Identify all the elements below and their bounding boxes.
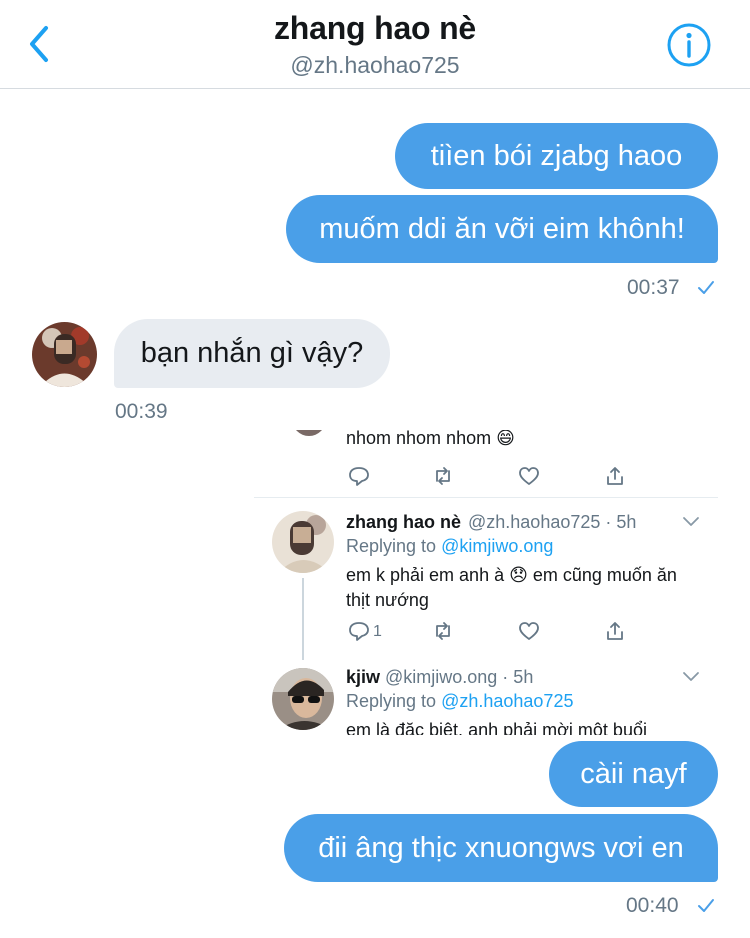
- retweet-icon[interactable]: [432, 465, 454, 487]
- tweet-avatar[interactable]: [272, 668, 334, 730]
- info-icon: [667, 23, 711, 67]
- reply-count: 1: [373, 623, 382, 640]
- message-bubble-outgoing[interactable]: muốm ddi ăn vỡi eim khônh!: [286, 195, 718, 263]
- tweet-text-line: em k phải em anh à 😞 em cũng muốn ăn: [346, 565, 677, 585]
- conversation-header: zhang hao nè @zh.haohao725: [0, 0, 750, 89]
- like-icon[interactable]: [518, 465, 540, 487]
- share-icon[interactable]: [604, 465, 626, 487]
- avatar-image: [272, 668, 334, 730]
- tweet-divider: [254, 497, 718, 498]
- chevron-down-icon[interactable]: [682, 671, 700, 683]
- chevron-down-icon[interactable]: [682, 516, 700, 528]
- replying-to: Replying to @kimjiwo.ong: [346, 536, 553, 557]
- read-check-icon: [698, 281, 714, 294]
- message-bubble-outgoing[interactable]: càii nayf: [549, 741, 718, 807]
- tweet-text-line: em là đặc biệt, anh phải mời một buổi: [346, 720, 647, 735]
- message-text: bạn nhắn gì vậy?: [140, 337, 364, 369]
- shared-screenshot-image[interactable]: nhom nhom nhom 😄 zhang hao nè @zh.haohao…: [254, 430, 718, 735]
- replying-to: Replying to @zh.haohao725: [346, 691, 573, 712]
- replying-prefix: Replying to: [346, 536, 437, 556]
- tweet-author-name: kjiw: [346, 667, 381, 687]
- like-icon[interactable]: [518, 620, 540, 642]
- avatar-image: [272, 511, 334, 573]
- replying-prefix: Replying to: [346, 691, 437, 711]
- message-bubble-incoming[interactable]: bạn nhắn gì vậy?: [114, 319, 390, 388]
- conversation-handle[interactable]: @zh.haohao725: [0, 52, 750, 79]
- thread-line: [302, 578, 304, 660]
- message-timestamp: 00:37: [627, 276, 680, 299]
- message-text: tiìen bói zjabg haoo: [430, 140, 683, 172]
- tweet-avatar[interactable]: [272, 511, 334, 573]
- tweet-text-line: thịt nướng: [346, 590, 429, 610]
- replying-to-link[interactable]: @kimjiwo.ong: [441, 536, 553, 556]
- reply-icon[interactable]: [348, 620, 370, 642]
- sender-avatar[interactable]: [32, 322, 97, 387]
- read-check-icon: [698, 899, 714, 912]
- message-timestamp: 00:39: [115, 400, 168, 423]
- replying-to-link[interactable]: @zh.haohao725: [441, 691, 573, 711]
- conversation-title[interactable]: zhang hao nè: [0, 10, 750, 47]
- tweet-author-meta: @zh.haohao725 · 5h: [468, 512, 637, 532]
- tweet-author-name: zhang hao nè: [346, 512, 462, 532]
- message-text: càii nayf: [580, 758, 687, 790]
- retweet-icon[interactable]: [432, 620, 454, 642]
- reply-icon[interactable]: [348, 465, 370, 487]
- message-bubble-outgoing[interactable]: đii âng thịc xnuongws vơi en: [284, 814, 718, 882]
- info-button[interactable]: [666, 22, 712, 68]
- message-text: đii âng thịc xnuongws vơi en: [318, 832, 684, 864]
- message-timestamp: 00:40: [626, 894, 679, 917]
- message-text: muốm ddi ăn vỡi eim khônh!: [319, 213, 685, 245]
- tweet-text-partial: nhom nhom nhom 😄: [346, 430, 515, 448]
- partial-avatar: [292, 430, 326, 436]
- share-icon[interactable]: [604, 620, 626, 642]
- message-bubble-outgoing[interactable]: tiìen bói zjabg haoo: [395, 123, 718, 189]
- tweet-author-meta: @kimjiwo.ong · 5h: [385, 667, 534, 687]
- avatar-image: [32, 322, 97, 387]
